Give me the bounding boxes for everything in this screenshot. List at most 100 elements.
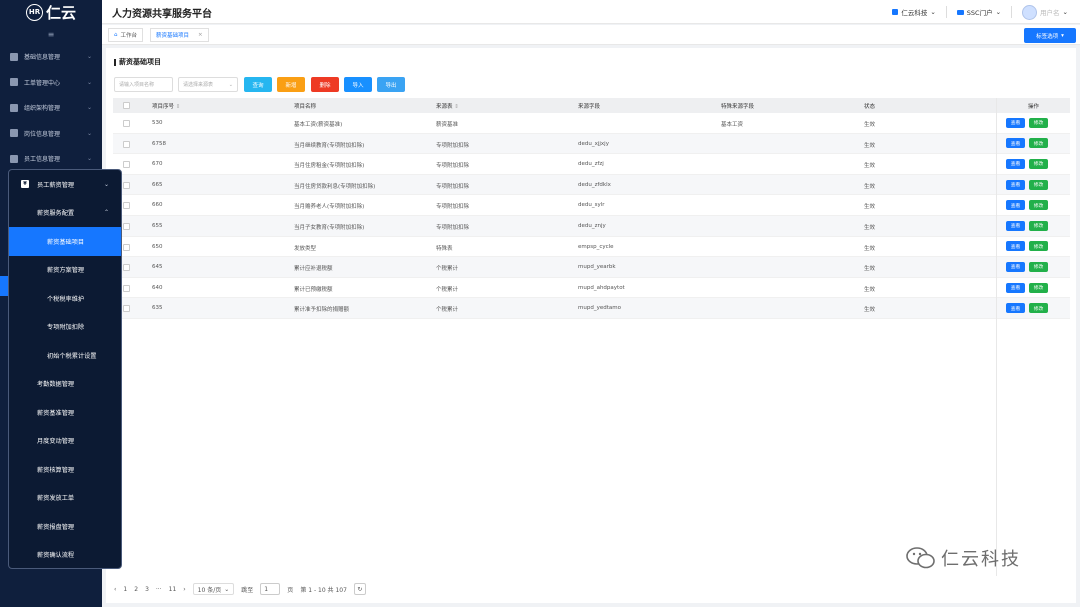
tab-salary-base[interactable]: 薪资基础项目 × <box>150 28 209 42</box>
menu-monthly-change[interactable]: 月度变动管理 <box>9 427 121 456</box>
portal-switcher[interactable]: SSC门户 ⌄ <box>956 7 1002 17</box>
row-checkbox[interactable] <box>123 120 130 127</box>
menu-salary-payment[interactable]: 薪资发放工单 <box>9 484 121 513</box>
page-1[interactable]: 1 <box>123 586 127 593</box>
select-all-checkbox[interactable] <box>123 102 130 109</box>
cell-field: mupd_yearbk <box>578 264 616 271</box>
next-page-icon[interactable]: › <box>183 586 185 593</box>
cell-status: 生效 <box>864 122 876 128</box>
grid-icon <box>892 9 899 15</box>
caret-down-icon: ▾ <box>1061 32 1064 39</box>
menu-special-deduction[interactable]: 专项附加扣除 <box>9 313 121 342</box>
prev-page-icon[interactable]: ‹ <box>114 586 116 593</box>
menu-employee-salary[interactable]: ¥ 员工薪资管理 ⌄ <box>9 170 121 199</box>
tab-options-button[interactable]: 标签选项 ▾ <box>1024 28 1076 43</box>
cell-status: 生效 <box>864 307 876 314</box>
cell-name: 发放类型 <box>294 245 317 252</box>
page-size-select[interactable]: 10 条/页 ⌄ <box>192 583 235 595</box>
company-label: 仁云科技 <box>901 9 928 17</box>
cell-src: 个税累计 <box>436 307 459 314</box>
chevron-down-icon: ⌄ <box>1062 8 1068 16</box>
query-button[interactable]: 查询 <box>244 77 272 92</box>
table-header: 项目序号 ⇕ 项目名称 来源表 ⇕ 来源字段 特殊来源字段 状态 操作 <box>113 98 1070 113</box>
sidebar-item-ticket[interactable]: 工单管理中心 ⌄ <box>0 70 102 96</box>
menu-salary-plan[interactable]: 薪资方案管理 <box>9 256 121 285</box>
cell-status: 生效 <box>864 183 876 190</box>
menu-label: 薪资基础项目 <box>47 238 85 246</box>
sidebar-item-basic-info[interactable]: 基础信息管理 ⌄ <box>0 44 102 70</box>
row-checkbox[interactable] <box>123 243 130 251</box>
cell-name: 当月继续教育(专项附加扣除) <box>294 142 365 149</box>
table-row: 645 累计应补退税额 个税累计 mupd_yearbk 生效 查看 修改 <box>113 257 1070 278</box>
page-2[interactable]: 2 <box>134 586 138 593</box>
chevron-up-icon: ⌃ <box>103 209 109 217</box>
page-11[interactable]: 11 <box>169 586 177 593</box>
cell-src: 专项附加扣除 <box>436 163 470 170</box>
row-checkbox[interactable] <box>123 202 130 210</box>
menu-tax-rate[interactable]: 个税税率维护 <box>9 284 121 313</box>
import-button[interactable]: 导入 <box>344 77 372 92</box>
row-checkbox[interactable] <box>123 305 130 313</box>
page-ellipsis[interactable]: ··· <box>156 586 162 593</box>
item-name-search-input[interactable]: 请输入项目名称 <box>114 77 173 92</box>
watermark: 仁云科技 <box>905 545 1021 571</box>
menu-salary-calc[interactable]: 薪资核算管理 <box>9 455 121 484</box>
page-3[interactable]: 3 <box>145 586 149 593</box>
sidebar-item-employee[interactable]: 员工信息管理 ⌄ <box>0 146 102 172</box>
col-header-id[interactable]: 项目序号 ⇕ <box>152 102 180 110</box>
sidebar-item-org[interactable]: 组织架构管理 ⌄ <box>0 95 102 121</box>
page-suffix: 页 <box>287 586 294 594</box>
collapse-menu-icon[interactable]: ≡ <box>0 24 102 44</box>
close-icon[interactable]: × <box>198 32 203 38</box>
cell-name: 基本工资(薪资基准) <box>294 122 343 128</box>
menu-salary-config[interactable]: 薪资服务配置 ⌃ <box>9 199 121 228</box>
table-row: 6758 当月继续教育(专项附加扣除) 专项附加扣除 dedu_xjjxjy 生效 查看修… <box>113 133 1070 155</box>
page-size-value: 10 条/页 <box>197 586 222 594</box>
menu-salary-benchmark[interactable]: 薪资基准管理 <box>9 398 121 427</box>
org-icon <box>10 103 18 112</box>
cell-name: 当月住房租金(专项附加扣除) <box>294 163 365 170</box>
cell-id: 650 <box>152 243 163 250</box>
menu-attendance[interactable]: 考勤数据管理 <box>9 370 121 399</box>
cell-src: 专项附加扣除 <box>436 183 470 190</box>
source-table-select[interactable]: 请选择来源表 ⌄ <box>178 77 238 92</box>
cell-name: 当月赡养老人(专项附加扣除) <box>294 204 365 211</box>
tab-workbench[interactable]: ⌂ 工作台 <box>108 28 144 42</box>
sidebar-item-label: 员工信息管理 <box>24 156 61 164</box>
col-header-source[interactable]: 来源表 ⇕ <box>436 102 459 110</box>
cell-src: 专项附加扣除 <box>436 224 470 231</box>
row-checkbox[interactable] <box>123 264 130 272</box>
app-logo[interactable]: HR 仁云 <box>0 0 102 24</box>
user-menu[interactable]: 用户名 ⌄ <box>1022 4 1068 20</box>
cell-name: 累计准予扣除的捐赠额 <box>294 307 350 314</box>
sidebar-item-post[interactable]: 岗位信息管理 ⌄ <box>0 121 102 147</box>
content-title: 薪资基础项目 <box>114 57 161 67</box>
refresh-icon[interactable]: ↻ <box>353 583 366 595</box>
add-button[interactable]: 新增 <box>277 77 305 92</box>
menu-label: 薪资报盘管理 <box>37 523 75 531</box>
menu-salary-confirm[interactable]: 薪资确认流程 <box>9 541 121 570</box>
delete-button[interactable]: 删除 <box>311 77 339 92</box>
top-header: 人力资源共享服务平台 仁云科技 ⌄ SSC门户 ⌄ 用户名 ⌄ <box>102 0 1080 24</box>
row-checkbox[interactable] <box>123 140 130 148</box>
cell-id: 6758 <box>152 140 166 147</box>
row-checkbox[interactable] <box>123 181 130 189</box>
button-label: 标签选项 <box>1036 33 1059 40</box>
row-checkbox[interactable] <box>123 161 130 169</box>
row-checkbox[interactable] <box>123 284 130 292</box>
company-switcher[interactable]: 仁云科技 ⌄ <box>892 7 936 17</box>
actions-column-border <box>996 98 1063 576</box>
menu-salary-bank[interactable]: 薪资报盘管理 <box>9 512 121 541</box>
chevron-down-icon: ⌄ <box>995 8 1002 16</box>
row-checkbox[interactable] <box>123 222 130 230</box>
goto-page-input[interactable]: 1 <box>260 583 281 595</box>
bookmark-icon <box>114 58 116 66</box>
chevron-down-icon: ⌄ <box>86 155 92 163</box>
menu-salary-base-items[interactable]: 薪资基础项目 <box>9 227 121 256</box>
menu-initial-tax[interactable]: 初始个税累计设置 <box>9 341 121 370</box>
salary-items-table: 项目序号 ⇕ 项目名称 来源表 ⇕ 来源字段 特殊来源字段 状态 操作 530 基… <box>113 98 1070 319</box>
sort-icon: ⇕ <box>175 104 181 110</box>
pagination: ‹ 1 2 3 ··· 11 › 10 条/页 ⌄ 跳至 1 页 第 1 - 10… <box>114 581 366 597</box>
hr-logo-icon: HR <box>25 3 43 21</box>
export-button[interactable]: 导出 <box>377 77 405 92</box>
